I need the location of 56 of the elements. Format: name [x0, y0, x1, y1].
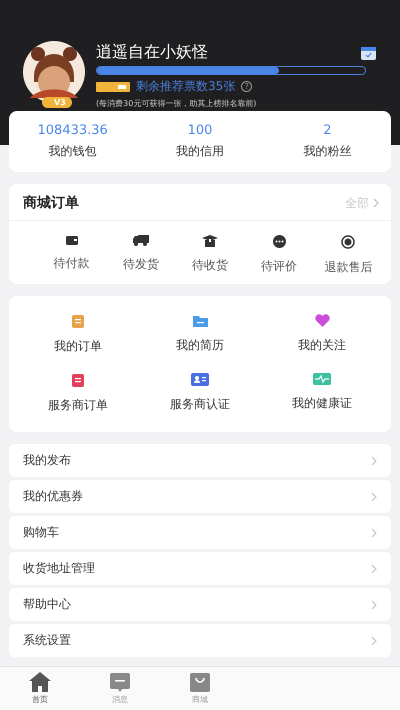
menu-label: 我的优惠券 [23, 488, 83, 505]
wallet-icon [66, 235, 78, 245]
tab-label: 首页 [32, 694, 48, 705]
order-status-label[interactable]: 待付款 [54, 255, 90, 272]
service-label[interactable]: 我的关注 [298, 337, 346, 354]
stat-value[interactable]: 100 [188, 123, 212, 138]
ticket-count: 剩余推荐票数35张 [136, 78, 236, 95]
chat-bubble-icon [272, 235, 286, 248]
chevron-icon [371, 528, 377, 538]
help-icon[interactable]: ? [241, 81, 252, 92]
truck-icon [132, 235, 149, 246]
menu-item[interactable]: 系统设置 [9, 624, 391, 657]
chevron-icon [373, 198, 379, 208]
tab[interactable]: 首页 [0, 667, 80, 710]
menu-label: 我的发布 [23, 452, 71, 469]
menu-label: 帮助中心 [23, 596, 71, 613]
menu-item[interactable]: 我的优惠券 [9, 480, 391, 513]
chevron-icon [371, 564, 377, 574]
home-icon [29, 672, 51, 692]
box-icon [202, 235, 218, 247]
stat-value[interactable]: 2 [323, 123, 332, 138]
chevron-icon [371, 636, 377, 646]
service-label[interactable]: 我的健康证 [292, 395, 352, 412]
chevron-icon [371, 492, 377, 502]
stat-label: 我的信用 [176, 143, 224, 160]
tab-label: 商城 [192, 694, 208, 704]
service-label[interactable]: 我的简历 [176, 337, 224, 354]
menu-label: 收货地址管理 [23, 560, 95, 577]
refund-icon [341, 235, 356, 249]
order-status-label[interactable]: 待发货 [122, 256, 159, 273]
vip-badge: V3 [42, 97, 72, 108]
ticket-note: (每消费30元可获得一张，助其上榜排名靠前) [96, 98, 258, 109]
stat-label: 我的钱包 [48, 143, 97, 160]
service-label[interactable]: 服务商认证 [170, 396, 230, 413]
user-name: 逍遥自在小妖怪 [96, 42, 208, 63]
message-icon [110, 672, 130, 692]
menu-item[interactable]: 帮助中心 [9, 588, 391, 621]
menu-label: 购物车 [23, 524, 59, 541]
service-label[interactable]: 服务商订单 [48, 397, 108, 414]
stat-value[interactable]: 108433.36 [38, 123, 108, 138]
card-title: 商城订单 [23, 194, 79, 212]
service-label[interactable]: 我的订单 [54, 338, 102, 355]
menu-item[interactable]: 收货地址管理 [9, 552, 391, 585]
tab-label: 消息 [112, 694, 128, 704]
menu-label: 系统设置 [23, 632, 71, 649]
stat-label: 我的粉丝 [303, 143, 352, 160]
menu-item[interactable]: 我的发布 [9, 444, 391, 477]
chevron-icon [371, 600, 377, 610]
shopping-bag-icon [190, 672, 210, 692]
calendar-icon[interactable] [361, 46, 376, 60]
order-status-label[interactable]: 待评价 [261, 258, 298, 275]
menu-item[interactable]: 购物车 [9, 516, 391, 549]
order-status-label[interactable]: 待收货 [192, 257, 228, 274]
chevron-icon [371, 456, 377, 466]
ticket-icon [96, 82, 130, 92]
order-status-label[interactable]: 退款售后 [324, 259, 372, 276]
